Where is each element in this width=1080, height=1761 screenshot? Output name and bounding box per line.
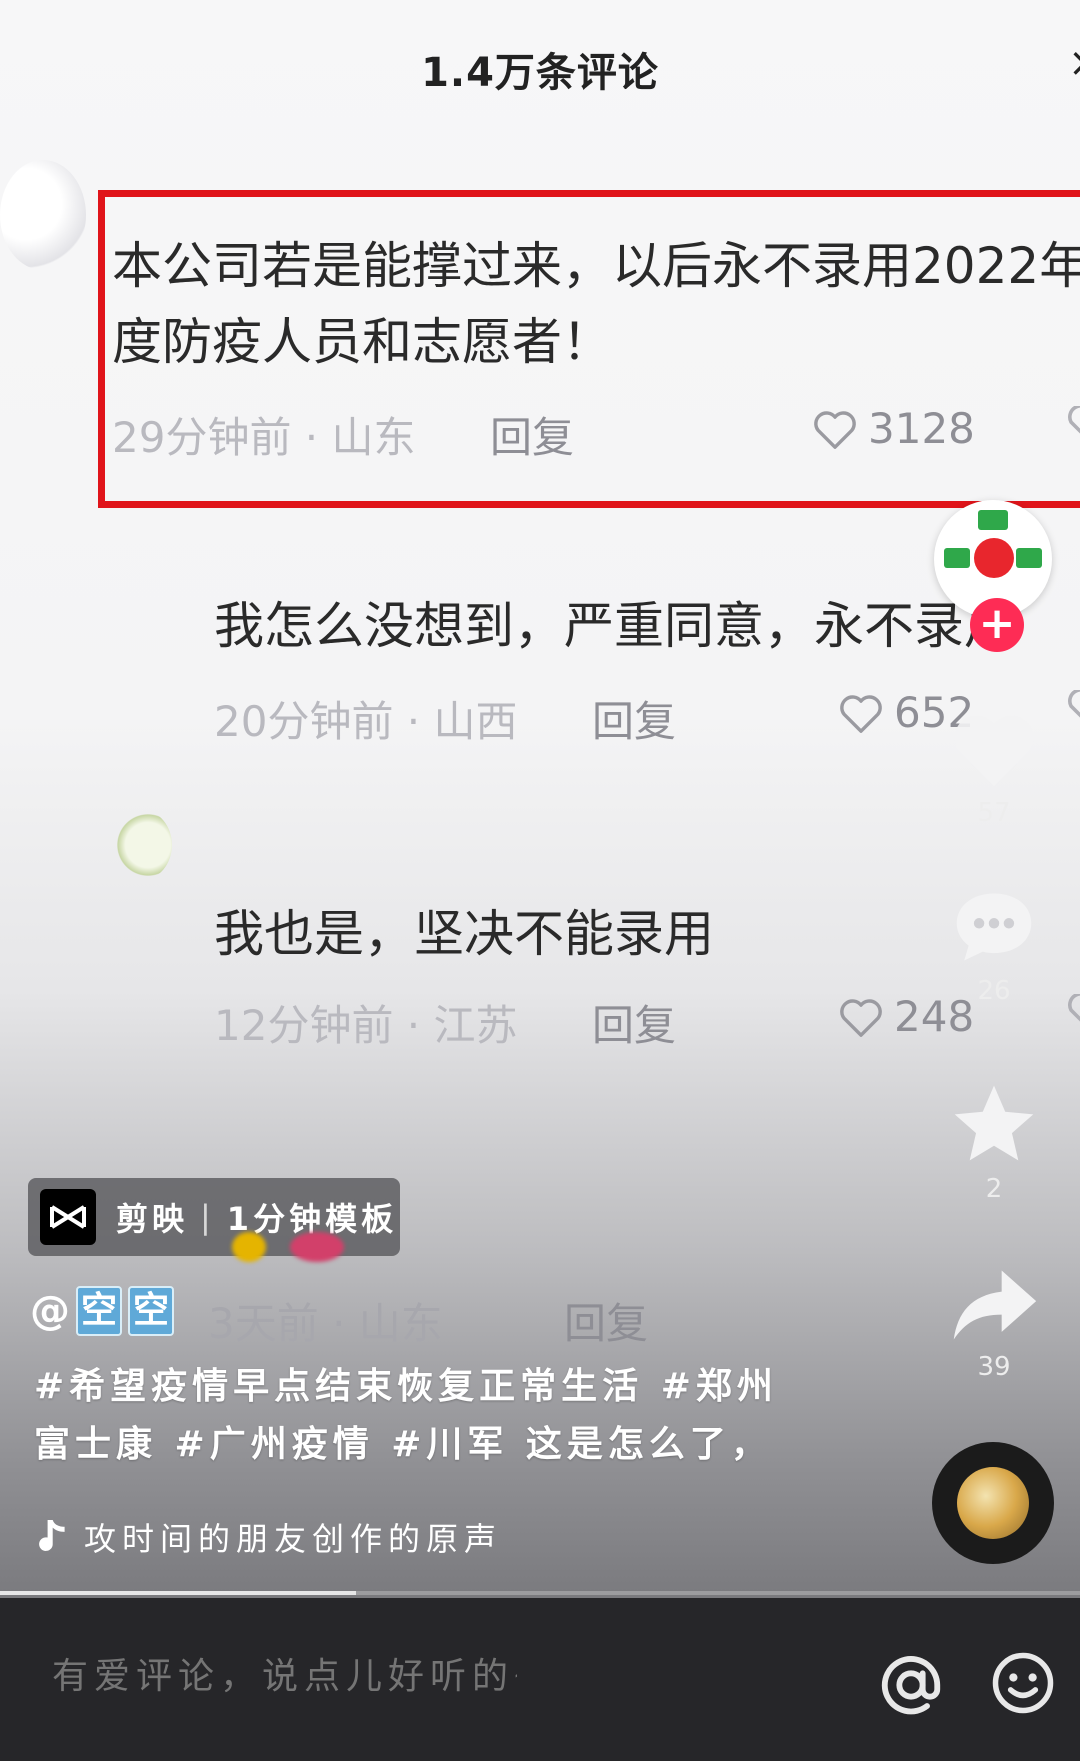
comment-like-button[interactable]: 3128 xyxy=(812,404,975,453)
author-handle[interactable]: @ 空 空 xyxy=(30,1286,174,1336)
favorite-button[interactable]: 2 xyxy=(944,1080,1044,1204)
comment-button[interactable]: 26 xyxy=(944,886,1044,1006)
heart-outline-icon xyxy=(840,998,882,1037)
disc-cover xyxy=(957,1467,1029,1539)
favorite-count: 2 xyxy=(985,1174,1003,1204)
music-disc[interactable] xyxy=(932,1442,1054,1564)
comment-count: 26 xyxy=(977,976,1011,1006)
comment-meta: 29分钟前 · 山东 xyxy=(112,413,416,462)
music-title: 攻时间的朋友创作的原声 xyxy=(84,1520,503,1558)
comment-count-title: 1.4万条评论 xyxy=(421,50,659,96)
comment-meta: 20分钟前 · 山西 xyxy=(214,697,518,746)
comment-meta: 12分钟前 · 江苏 xyxy=(214,1001,518,1050)
share-button[interactable]: 39 xyxy=(944,1266,1044,1382)
video-progress-fill xyxy=(0,1591,357,1595)
packet-tile xyxy=(978,510,1008,530)
author-name-char: 空 xyxy=(76,1286,122,1336)
at-mention-icon[interactable] xyxy=(876,1650,946,1720)
video-description[interactable]: #希望疫情早点结束恢复正常生活 #郑州富士康 #广州疫情 #川军 这是怎么了， xyxy=(34,1358,794,1474)
comment-bubble-icon xyxy=(956,893,1032,961)
music-note-icon xyxy=(39,1520,65,1551)
comment-like-count: 3128 xyxy=(868,404,975,453)
comment-input[interactable] xyxy=(50,1654,519,1698)
packet-tile xyxy=(944,548,970,568)
decorative-blob xyxy=(290,1232,344,1262)
like-count: 57 xyxy=(977,798,1011,828)
commenter-avatar[interactable] xyxy=(112,810,172,880)
decorative-blob xyxy=(232,1232,266,1262)
author-name-char: 空 xyxy=(128,1286,174,1336)
star-icon xyxy=(954,1085,1034,1161)
heart-outline-icon xyxy=(840,694,882,733)
video-screen: 1.4万条评论 × 本公司若是能撑过来，以后永不录用2022年度防疫人员和志愿者… xyxy=(0,0,1080,1598)
like-button[interactable]: 57 xyxy=(944,706,1044,828)
comment-text: 我怎么没想到，严重同意，永不录用 xyxy=(214,597,1014,655)
heart-outline-icon xyxy=(1068,690,1080,718)
heart-outline-icon xyxy=(1068,406,1080,434)
commenter-avatar[interactable] xyxy=(0,160,86,270)
emoji-icon[interactable] xyxy=(990,1650,1056,1716)
heart-outline-icon xyxy=(1068,994,1080,1022)
reply-button[interactable]: 回复 xyxy=(490,404,574,465)
share-arrow-icon xyxy=(953,1270,1037,1340)
packet-center xyxy=(974,538,1014,578)
reply-button[interactable]: 回复 xyxy=(592,992,676,1053)
capcut-template-badge[interactable]: 剪映 | 1分钟模板 xyxy=(28,1178,400,1256)
reply-button[interactable]: 回复 xyxy=(592,688,676,749)
video-progress-bar[interactable] xyxy=(0,1591,1080,1595)
template-app-name: 剪映 xyxy=(116,1200,189,1238)
heart-icon xyxy=(954,715,1034,787)
close-icon[interactable]: × xyxy=(1068,40,1080,86)
comment-text: 本公司若是能撑过来，以后永不录用2022年度防疫人员和志愿者！ xyxy=(112,237,1080,371)
packet-tile xyxy=(1016,548,1042,568)
comment-input-bar xyxy=(0,1598,1080,1761)
music-info[interactable]: 攻时间的朋友创作的原声 xyxy=(34,1514,502,1560)
author-at-sign: @ xyxy=(30,1288,70,1334)
heart-outline-icon xyxy=(814,410,856,449)
comment-text: 我也是，坚决不能录用 xyxy=(214,905,714,963)
reply-button[interactable]: 回复 xyxy=(564,1290,648,1351)
follow-plus-button[interactable]: + xyxy=(970,598,1024,652)
comment-meta: 3天前 · 山东 xyxy=(208,1299,443,1348)
share-count: 39 xyxy=(977,1352,1011,1382)
badge-separator: | xyxy=(200,1198,215,1236)
capcut-logo-icon xyxy=(40,1189,96,1245)
